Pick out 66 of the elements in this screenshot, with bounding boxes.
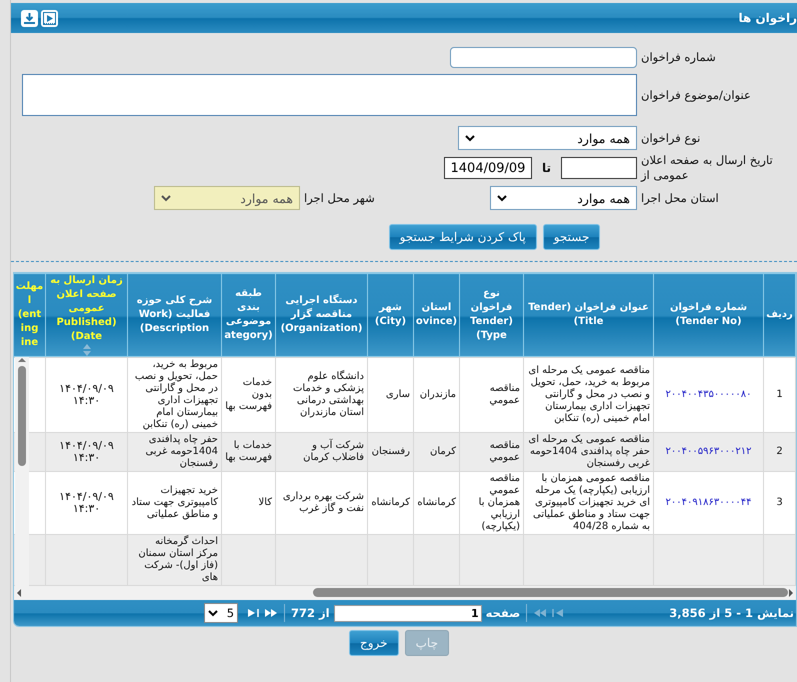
page-count: از 772 [291, 606, 330, 620]
organization-cell: دانشگاه علوم پزشکی و خدمات بهداشتی درمانی استان مازندران [293, 371, 364, 418]
chevron-down-icon [465, 134, 475, 142]
province-select[interactable]: همه موارد [490, 186, 637, 210]
chevron-down-icon [208, 610, 218, 616]
row-number: 1 [776, 389, 783, 400]
field-label: شهر محل اجرا [303, 190, 376, 206]
province-cell: کرمان [430, 446, 456, 457]
tender-type: مناقصه عمومي [489, 383, 520, 406]
scrollbar-thumb[interactable] [18, 366, 26, 466]
row-number: 2 [776, 446, 783, 457]
description-cell: مربوط به خرید، حمل، تحویل و نصب در محل و گارانتی تجهیزات اداری بیمارستان امام خمینی (ره) تنکابن [134, 359, 218, 430]
city-cell: رفسنجان [372, 446, 410, 457]
chevron-down-icon [497, 194, 507, 202]
organization-cell: شرکت آب و فاضلاب کرمان [303, 440, 364, 463]
field-label: استان محل اجرا [640, 190, 720, 206]
city-cell: ساری [386, 389, 410, 400]
vertical-scrollbar[interactable] [15, 357, 29, 586]
scrollbar-thumb[interactable] [313, 588, 788, 597]
video-icon[interactable] [41, 10, 58, 26]
publish-date: ۱۴۰۴/۰۹/۰۹ ۱۴:۳۰ [58, 440, 115, 464]
tender-title: مناقصه عمومی همزمان با ارزیابی (یکپارچه) یک مرحله ای خرید تجهیزات کامپیوتری جهت ستاد و مناطق عملیاتی به شماره 404/28 [532, 473, 650, 532]
field-label: تاریخ ارسال به صفحه اعلان عمومی از [640, 153, 774, 183]
page-label: صفحه [486, 606, 520, 620]
scroll-left-icon[interactable] [16, 589, 22, 597]
page-input[interactable]: 1 [334, 604, 482, 622]
download-icon[interactable] [21, 10, 38, 26]
field-label: نوع فراخوان [640, 130, 702, 146]
clear-button[interactable]: پاک کردن شرایط جستجو [388, 224, 537, 250]
search-button[interactable]: جستجو [542, 224, 600, 250]
publish-date: ۱۴۰۴/۰۹/۰۹ ۱۴:۳۰ [58, 383, 115, 407]
field-label: تا [542, 161, 551, 175]
chevron-down-icon [161, 194, 171, 202]
tender-type: مناقصه عمومي همزمان با ارزيابي (يکپارچه) [478, 473, 520, 532]
organization-cell: شرکت بهره برداری نفت و گاز غرب [282, 491, 364, 514]
horizontal-scrollbar[interactable] [14, 586, 796, 600]
publish-date: ۱۴۰۴/۰۹/۰۹ ۱۴:۳۰ [58, 491, 115, 515]
province-cell: کرمانشاه [417, 497, 456, 508]
description-cell: حفر چاه پدافندی 1404حومه غربی رفسنجان [145, 434, 218, 469]
description-cell: خرید تجهیزات کامپیوتری جهت ستاد و مناطق عملیاتی [132, 485, 218, 520]
page-size-select[interactable]: 5 [204, 603, 238, 623]
next-page-icon[interactable] [264, 606, 278, 620]
tender-number-link[interactable]: ۲۰۰۴۰۹۱۸۶۳۰۰۰۰۴۴ [666, 497, 752, 508]
exit-button[interactable]: خروج [349, 630, 399, 656]
last-page-icon[interactable] [246, 606, 260, 620]
city-cell: کرمانشاه [371, 497, 410, 508]
row-number: 3 [776, 497, 783, 508]
description-cell: احداث گرمخانه مرکز استان سمنان (فاز اول)- شرکت های [138, 536, 218, 583]
category-cell: خدمات بدون فهرست بها [225, 377, 272, 412]
province-cell: مازندران [420, 389, 456, 400]
tender-title: مناقصه عمومی یک مرحله ای حفر چاه پدافندی 1404حومه غربی رفسنجان [528, 434, 650, 469]
category-cell: خدمات با فهرست بها [225, 440, 272, 463]
date-from-input[interactable] [561, 157, 637, 179]
column-header[interactable]: ردیف [764, 274, 796, 356]
date-to-input[interactable]: 1404/09/09 [444, 157, 532, 179]
subject-input[interactable] [22, 74, 637, 116]
field-label: شماره فراخوان [640, 50, 717, 65]
type-select[interactable]: همه موارد [458, 126, 637, 150]
record-count: نمایش 1 - 5 از 3,856 [669, 606, 794, 620]
tender-number-input[interactable] [450, 47, 637, 68]
tender-type: مناقصه عمومي [489, 440, 520, 463]
page-title: راخوان ها [738, 11, 797, 25]
field-label: عنوان/موضوع فراخوان [640, 88, 752, 102]
tender-number-link[interactable]: ۲۰۰۴۰۰۴۳۵۰۰۰۰۰۸۰ [666, 389, 752, 400]
category-cell: کالا [258, 497, 272, 508]
tender-title: مناقصه عمومی یک مرحله ای مربوط به خرید، حمل، تحویل و نصب در محل و گارانتی تجهیزات اداری بیمارستان امام خمینی (ره) تنکابن [528, 365, 650, 424]
